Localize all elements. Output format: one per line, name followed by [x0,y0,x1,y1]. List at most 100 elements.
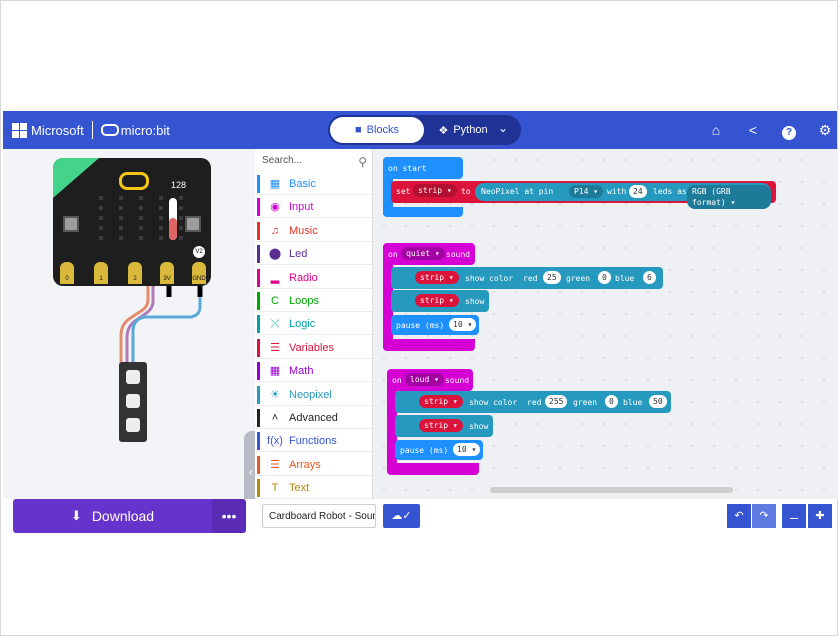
strip-variable-dropdown[interactable]: strip ▾ [415,294,459,307]
on-start-label: on start [388,164,427,173]
category-color-bar [257,268,260,287]
green-value-input[interactable]: 0 [605,395,618,408]
toolbox-category-music[interactable]: ♫ Music [255,220,372,242]
project-name-input[interactable]: Cardboard Robot - Sound [262,504,376,528]
python-icon: ❖ [438,124,449,137]
toolbox-category-math[interactable]: ▦ Math [255,360,372,383]
collapse-simulator-handle[interactable]: ‹ [244,431,255,499]
chevron-down-icon[interactable]: ⌄ [498,121,508,135]
red-value-input[interactable]: 255 [545,395,568,408]
strip-variable-dropdown[interactable]: strip ▾ [413,184,457,197]
undo-icon: ↶ [734,510,744,522]
search-input[interactable]: Search... [262,155,302,166]
category-color-bar [257,198,260,217]
zoom-out-button[interactable]: ⚊ [782,504,806,528]
toolbox-category-led[interactable]: ⬤ Led [255,243,372,266]
category-color-bar [257,362,260,381]
on-label: on [392,376,402,385]
zoom-in-button[interactable]: ✚ [808,504,832,528]
show-label: show [465,297,485,306]
help-icon[interactable]: ? [779,120,799,140]
toolbox-category-neopixel[interactable]: ☀ Neopixel [255,384,372,406]
toolbox: Search... ⚲ ▦ Basic ◉ Input ♫ Music ⬤ Led ▂ Radio… [255,149,373,499]
undo-button[interactable]: ↶ [727,504,751,528]
home-icon[interactable]: ⌂ [706,120,726,140]
toolbox-category-logic[interactable]: ⤬ Logic [255,313,372,336]
toolbox-category-label: Variables [289,341,335,354]
pause-label: pause (ms) [396,321,445,330]
green-value-input[interactable]: 0 [598,271,611,284]
strip-variable-dropdown[interactable]: strip ▾ [419,395,463,408]
variables-icon: ☰ [270,341,280,354]
category-color-bar [257,455,260,474]
cloud-save-icon: ☁✓ [391,510,412,522]
download-label: Download [91,508,155,524]
toolbox-category-radio[interactable]: ▂ Radio [255,267,372,289]
quiet-dropdown[interactable]: quiet ▾ [401,247,445,260]
zoom-in-icon: ✚ [815,510,825,522]
strip-variable-dropdown[interactable]: strip ▾ [419,419,463,432]
strip-show-block[interactable]: strip ▾ show [395,415,493,437]
strip-show-block[interactable]: strip ▾ show [391,290,489,312]
neopixel-create-block[interactable]: NeoPixel at pin P14 ▾ with 24 leds as RG… [475,183,771,209]
set-label: set [396,187,411,196]
logic-icon: ⤬ [270,318,280,331]
category-color-bar [257,292,260,310]
search-icon[interactable]: ⚲ [358,155,367,169]
toolbox-category-input[interactable]: ◉ Input [255,196,372,219]
blocks-workspace[interactable]: on start set strip ▾ to NeoPixel at pin … [373,149,838,499]
download-button[interactable]: ⬇ Download [13,499,212,533]
category-color-bar [257,409,260,427]
sound-label: sound [446,250,471,259]
pause-block[interactable]: pause (ms) 10 ▾ [391,315,479,335]
pin-dropdown[interactable]: P14 ▾ [569,185,604,198]
toolbox-category-basic[interactable]: ▦ Basic [255,173,372,195]
format-dropdown[interactable]: RGB (GRB format) ▾ [687,185,771,209]
on-label: on [388,250,398,259]
tab-python-label: Python [453,124,488,136]
save-button[interactable]: ☁✓ [383,504,420,528]
toolbox-category-functions[interactable]: f(x) Functions [255,430,372,453]
on-quiet-sound-block[interactable]: on quiet ▾ sound [383,243,475,265]
toolbox-category-variables[interactable]: ☰ Variables [255,337,372,359]
toolbox-category-loops[interactable]: C Loops [255,290,372,312]
toolbox-category-text[interactable]: T Text [255,477,372,499]
pause-dropdown[interactable]: 10 ▾ [453,443,481,456]
share-icon[interactable]: < [743,120,763,140]
advanced-icon: ˄ [271,412,279,424]
led-count-input[interactable]: 24 [629,185,647,198]
toolbox-category-advanced[interactable]: ˄ Advanced [255,407,372,429]
on-loud-sound-block[interactable]: on loud ▾ sound [387,369,473,391]
on-quiet-footer [383,339,475,351]
more-options-button[interactable]: ••• [212,499,246,533]
category-color-bar [257,315,260,334]
pause-dropdown[interactable]: 10 ▾ [449,318,477,331]
neopixel-icon: ☀ [270,388,280,401]
workspace-scrollbar[interactable] [490,487,733,493]
redo-button[interactable]: ↷ [752,504,776,528]
neopixel-led [126,418,140,432]
music-icon: ♫ [270,224,280,237]
red-value-input[interactable]: 25 [543,271,561,284]
led-icon: ⬤ [268,248,282,261]
brand[interactable]: Microsoft micro:bit [12,121,170,139]
strip-variable-dropdown[interactable]: strip ▾ [415,271,459,284]
tab-blocks[interactable]: ■ Blocks [330,117,424,143]
pause-block[interactable]: pause (ms) 10 ▾ [395,440,483,460]
on-start-block[interactable]: on start [383,157,463,179]
blue-value-input[interactable]: 50 [649,395,667,408]
microbit-logo-icon [100,124,119,136]
green-label: green [573,398,598,407]
show-color-block[interactable]: strip ▾ show color red 25 green 0 blue 6 [391,267,663,289]
blue-value-input[interactable]: 6 [643,271,656,284]
microbit-label: micro:bit [120,122,170,138]
toolbox-search[interactable]: Search... ⚲ [262,155,367,173]
top-bar: Microsoft micro:bit ■ Blocks ❖ Python ⌄ … [3,111,837,149]
set-strip-block[interactable]: set strip ▾ to NeoPixel at pin P14 ▾ wit… [391,181,776,209]
settings-icon[interactable]: ⚙ [815,120,835,140]
tab-python[interactable]: ❖ Python [428,117,498,143]
blue-label: blue [615,274,635,283]
loud-dropdown[interactable]: loud ▾ [405,373,444,386]
toolbox-category-arrays[interactable]: ☰ Arrays [255,454,372,476]
show-color-block[interactable]: strip ▾ show color red 255 green 0 blue … [395,391,671,413]
